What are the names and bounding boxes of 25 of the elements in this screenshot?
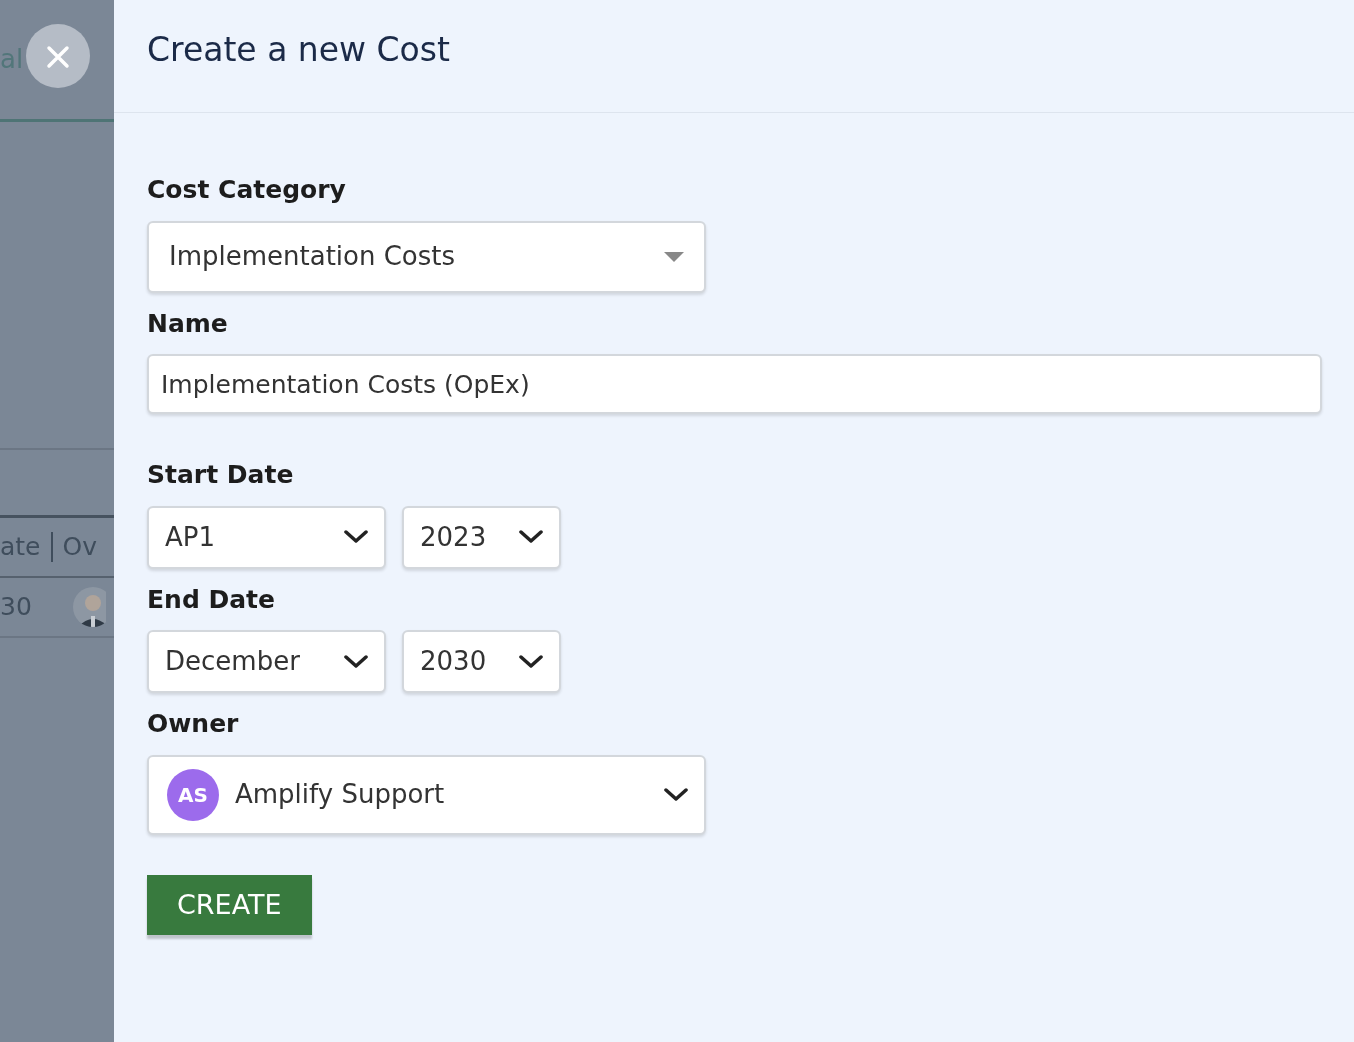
owner-dropdown[interactable]: AS Amplify Support (147, 754, 706, 835)
field-label: End Date (147, 583, 276, 616)
avatar: AS (167, 768, 219, 821)
field-label: Owner (147, 708, 240, 740)
table-cell-text: 30 (0, 591, 32, 624)
caret-down-icon (664, 251, 684, 262)
field-label: Start Date (147, 459, 295, 491)
chevron-down-icon (344, 530, 368, 544)
chevron-down-icon (519, 654, 543, 669)
field-label: Cost Category (147, 174, 347, 206)
column-header: ate (0, 531, 41, 564)
create-button[interactable]: CREATE (147, 874, 312, 935)
month-dropdown[interactable]: December (147, 630, 386, 693)
month-dropdown[interactable]: AP1 (147, 505, 386, 569)
close-icon (46, 45, 70, 69)
year-dropdown[interactable]: 2023 (402, 505, 561, 569)
panel-title: Create a new Cost (147, 30, 451, 70)
column-header: Ov (62, 531, 97, 564)
chevron-down-icon (344, 654, 368, 669)
chevron-down-icon (664, 787, 688, 802)
chevron-down-icon (519, 530, 543, 544)
year-dropdown[interactable]: 2030 (402, 630, 561, 693)
field-label: Name (147, 307, 229, 340)
name-input[interactable]: Implementation Costs (OpEx) (147, 354, 1322, 414)
category-dropdown[interactable]: Implementation Costs (147, 220, 706, 293)
